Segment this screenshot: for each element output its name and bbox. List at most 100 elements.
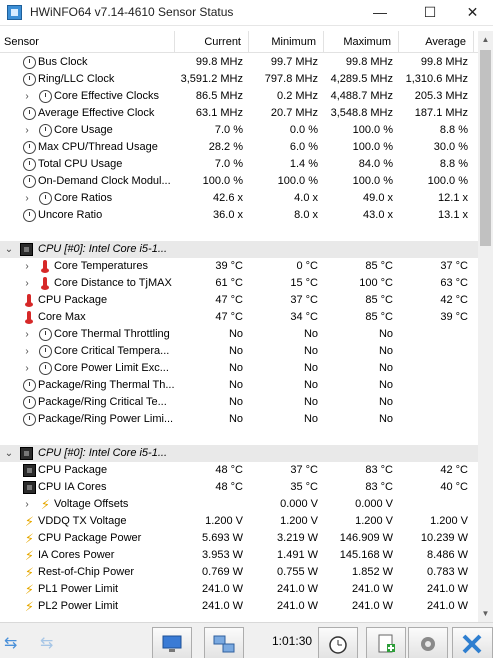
minimum-value: 0.755 W [277, 566, 318, 578]
sensor-row[interactable]: Max CPU/Thread Usage 28.2 % 6.0 % 100.0 % 30… [0, 139, 478, 156]
reset-layout-button[interactable] [152, 627, 192, 658]
column-header-maximum[interactable]: Maximum [324, 31, 399, 53]
close-sensors-button[interactable] [452, 627, 493, 658]
sensor-group-header[interactable]: ⌄ CPU [#0]: Intel Core i5-1... [0, 445, 478, 462]
sensor-row[interactable]: PL1 Power Limit 241.0 W 241.0 W 241.0 W 241.… [0, 581, 478, 598]
sensor-row[interactable]: IA Cores Power 3.953 W 1.491 W 145.168 W 8.4… [0, 547, 478, 564]
minimum-value: 241.0 W [277, 583, 318, 595]
vertical-scrollbar[interactable]: ▲ ▼ [478, 31, 493, 622]
current-value: 42.6 x [213, 192, 243, 204]
sensor-name: Average Effective Clock [38, 107, 155, 119]
current-value: 48 °C [215, 464, 243, 476]
expand-chevron-icon[interactable]: › [22, 496, 32, 513]
sensor-row[interactable]: Ring/LLC Clock 3,591.2 MHz 797.8 MHz 4,289.… [0, 71, 478, 88]
title-bar: HWiNFO64 v7.14-4610 Sensor Status — ☐ ✕ [0, 0, 493, 26]
maximum-value: No [378, 413, 393, 425]
expand-chevron-icon[interactable]: › [22, 122, 32, 139]
clock-button[interactable] [318, 627, 358, 658]
settings-button[interactable] [408, 627, 448, 658]
sensor-row[interactable]: VDDQ TX Voltage 1.200 V 1.200 V 1.200 V 1.20… [0, 513, 478, 530]
sensor-row[interactable]: Average Effective Clock 63.1 MHz 20.7 MHz 3… [0, 105, 478, 122]
sensor-row[interactable]: › Core Usage 7.0 % 0.0 % 100.0 % 8.8 % [0, 122, 478, 139]
sensor-name: IA Cores Power [38, 549, 115, 561]
minimum-value: 0.000 V [280, 498, 318, 510]
current-value: 5.693 W [202, 532, 243, 544]
cpu-chip-icon [20, 447, 33, 460]
expand-chevron-icon[interactable]: › [22, 190, 32, 207]
current-value: 86.5 MHz [195, 90, 243, 102]
sensor-row[interactable]: › Core Temperatures 39 °C 0 °C 85 °C 37 °C [0, 258, 478, 275]
average-value: 42 °C [440, 294, 468, 306]
close-window-button[interactable]: ✕ [452, 0, 493, 26]
minimum-value: 8.0 x [294, 209, 318, 221]
sensor-row[interactable]: › Voltage Offsets 0.000 V 0.000 V [0, 496, 478, 513]
clock-icon [23, 379, 36, 392]
collapse-chevron-icon[interactable]: ⌄ [4, 445, 14, 462]
expand-chevron-icon[interactable]: › [22, 275, 32, 292]
sensor-row[interactable]: Bus Clock 99.8 MHz 99.7 MHz 99.8 MHz 99.8 MH… [0, 54, 478, 71]
sensor-row[interactable]: CPU Package 47 °C 37 °C 85 °C 42 °C [0, 292, 478, 309]
sensor-row[interactable]: Total CPU Usage 7.0 % 1.4 % 84.0 % 8.8 % [0, 156, 478, 173]
scrollbar-thumb[interactable] [480, 50, 491, 246]
sensor-row[interactable]: › Core Ratios 42.6 x 4.0 x 49.0 x 12.1 x [0, 190, 478, 207]
current-value: No [228, 396, 243, 408]
sensor-row[interactable]: CPU Package Power 5.693 W 3.219 W 146.909 W… [0, 530, 478, 547]
collapse-chevron-icon[interactable]: ⌄ [4, 241, 14, 258]
expand-chevron-icon[interactable]: › [22, 343, 32, 360]
minimum-value: No [303, 413, 318, 425]
maximum-value: 1.852 W [352, 566, 393, 578]
window-title: HWiNFO64 v7.14-4610 Sensor Status [30, 5, 234, 19]
hwinfo-app-icon [7, 5, 22, 20]
sensor-row[interactable]: Rest-of-Chip Power 0.769 W 0.755 W 1.852 W 0… [0, 564, 478, 581]
column-header-current[interactable]: Current [175, 31, 249, 53]
sensor-name: Core Max [38, 311, 86, 323]
sensor-row[interactable]: Package/Ring Thermal Th... No No No [0, 377, 478, 394]
navigate-arrows-dim-icon[interactable]: ⇆ [40, 636, 53, 652]
sensor-row[interactable]: CPU IA Cores 48 °C 35 °C 83 °C 40 °C [0, 479, 478, 496]
column-header-sensor[interactable]: Sensor [0, 31, 175, 53]
sensor-row[interactable]: CPU Package 48 °C 37 °C 83 °C 42 °C [0, 462, 478, 479]
sensor-row[interactable]: › Core Critical Tempera... No No No [0, 343, 478, 360]
sensor-row[interactable]: › Core Thermal Throttling No No No [0, 326, 478, 343]
average-value: 1.200 V [430, 515, 468, 527]
sensor-row[interactable]: On-Demand Clock Modul... 100.0 % 100.0 % 10… [0, 173, 478, 190]
sensor-group-header[interactable]: ⌄ CPU [#0]: Intel Core i5-1... [0, 241, 478, 258]
column-header-minimum[interactable]: Minimum [249, 31, 324, 53]
minimum-value: 1.4 % [289, 158, 318, 170]
current-value: 3,591.2 MHz [180, 73, 243, 85]
clock-icon [23, 107, 36, 120]
minimize-button[interactable]: — [357, 0, 403, 26]
sensor-row[interactable]: › Core Effective Clocks 86.5 MHz 0.2 MHz 4,4… [0, 88, 478, 105]
sensor-row[interactable]: › Core Distance to TjMAX 61 °C 15 °C 100 °C 6… [0, 275, 478, 292]
minimum-value: 6.0 % [289, 141, 318, 153]
clock-icon [23, 209, 36, 222]
sensor-row[interactable]: PL2 Power Limit 241.0 W 241.0 W 241.0 W 241.… [0, 598, 478, 615]
maximum-value: No [378, 379, 393, 391]
sensor-table: Bus Clock 99.8 MHz 99.7 MHz 99.8 MHz 99.8 MH… [0, 54, 478, 622]
average-value [399, 360, 474, 377]
maximize-button[interactable]: ☐ [407, 0, 453, 26]
sensor-row[interactable]: Package/Ring Power Limi... No No No [0, 411, 478, 428]
expand-chevron-icon[interactable]: › [22, 326, 32, 343]
sensor-row[interactable]: Package/Ring Critical Te... No No No [0, 394, 478, 411]
sensor-name: Package/Ring Thermal Th... [38, 379, 175, 391]
navigate-arrows-icon[interactable]: ⇆ [4, 636, 17, 652]
expand-chevron-icon[interactable]: › [22, 360, 32, 377]
average-value: 13.1 x [438, 209, 468, 221]
sensor-row[interactable]: Core Max 47 °C 34 °C 85 °C 39 °C [0, 309, 478, 326]
network-button[interactable] [204, 627, 244, 658]
maximum-value: 49.0 x [363, 192, 393, 204]
maximum-value: 241.0 W [352, 600, 393, 612]
scroll-down-icon[interactable]: ▼ [478, 605, 493, 622]
report-button[interactable] [366, 627, 406, 658]
sensor-name: On-Demand Clock Modul... [38, 175, 171, 187]
maximum-value: 84.0 % [358, 158, 393, 170]
sensor-row[interactable]: › Core Power Limit Exc... No No No [0, 360, 478, 377]
current-value: 36.0 x [213, 209, 243, 221]
scroll-up-icon[interactable]: ▲ [478, 31, 493, 48]
expand-chevron-icon[interactable]: › [22, 88, 32, 105]
sensor-row[interactable]: Uncore Ratio 36.0 x 8.0 x 43.0 x 13.1 x [0, 207, 478, 224]
column-header-average[interactable]: Average [399, 31, 474, 53]
expand-chevron-icon[interactable]: › [22, 258, 32, 275]
minimum-value: 4.0 x [294, 192, 318, 204]
